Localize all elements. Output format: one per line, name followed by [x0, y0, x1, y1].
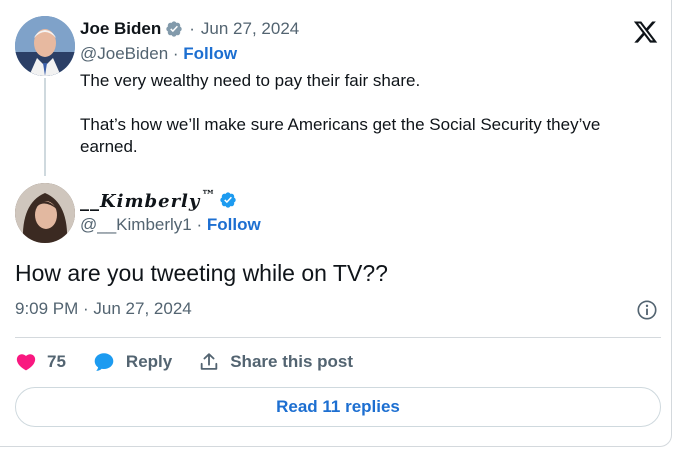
reply-button-label: Reply [125, 352, 173, 371]
share-button[interactable]: Share this post [198, 351, 353, 373]
parent-tweet-paragraph: The very wealthy need to pay their fair … [80, 71, 421, 90]
like-count: 75 [47, 352, 66, 371]
action-bar: 75 Reply Share this post [15, 348, 379, 376]
thread-connector-line [44, 78, 46, 176]
reply-button[interactable]: Reply [92, 350, 172, 374]
share-upload-icon [200, 353, 218, 370]
x-logo-icon[interactable] [632, 19, 659, 45]
parent-tweet-date[interactable]: Jun 27, 2024 [201, 19, 299, 39]
reply-author-handle[interactable]: @__Kimberly1 [80, 215, 192, 234]
separator-dot: · [172, 44, 184, 63]
avatar-portrait-image [15, 16, 75, 76]
separator-dot: · [196, 215, 207, 234]
parent-tweet-paragraph: That’s how we’ll make sure Americans get… [80, 115, 601, 156]
verified-badge-icon [220, 192, 237, 208]
parent-author-handle[interactable]: @JoeBiden [80, 44, 168, 63]
follow-joe-biden-link[interactable]: Follow [183, 44, 237, 63]
avatar-joe-biden[interactable] [15, 16, 75, 76]
avatar-kimberly[interactable] [15, 183, 75, 243]
reply-author-row: __Kimberly™ [80, 188, 237, 212]
reply-author-name[interactable]: __Kimberly™ [80, 188, 216, 212]
trademark-symbol: ™ [201, 188, 217, 204]
reply-timestamp[interactable]: 9:09 PM · Jun 27, 2024 [15, 299, 192, 319]
reply-tweet-text: How are you tweeting while on TV?? [15, 260, 388, 286]
parent-author-name[interactable]: Joe Biden [80, 19, 161, 39]
heart-icon [16, 354, 36, 371]
like-button[interactable]: 75 [15, 351, 66, 373]
embedded-tweet-card: Joe Biden · Jun 27, 2024 @JoeBiden · Fol… [0, 0, 672, 447]
separator-dot: · [189, 19, 195, 38]
parent-author-row: Joe Biden · Jun 27, 2024 [80, 17, 299, 41]
reply-author-name-text: __Kimberly [80, 191, 201, 212]
avatar-portrait-image [15, 183, 75, 243]
divider [15, 337, 661, 338]
verified-badge-icon [166, 21, 182, 37]
read-replies-button[interactable]: Read 11 replies [15, 387, 661, 427]
share-button-label: Share this post [230, 352, 354, 371]
parent-handle-row: @JoeBiden · Follow [80, 44, 237, 64]
speech-bubble-icon [94, 353, 114, 371]
reply-handle-row: @__Kimberly1 · Follow [80, 215, 261, 235]
info-icon[interactable] [636, 299, 658, 321]
follow-kimberly-link[interactable]: Follow [207, 215, 261, 234]
parent-tweet-text: The very wealthy need to pay their fair … [80, 70, 660, 180]
